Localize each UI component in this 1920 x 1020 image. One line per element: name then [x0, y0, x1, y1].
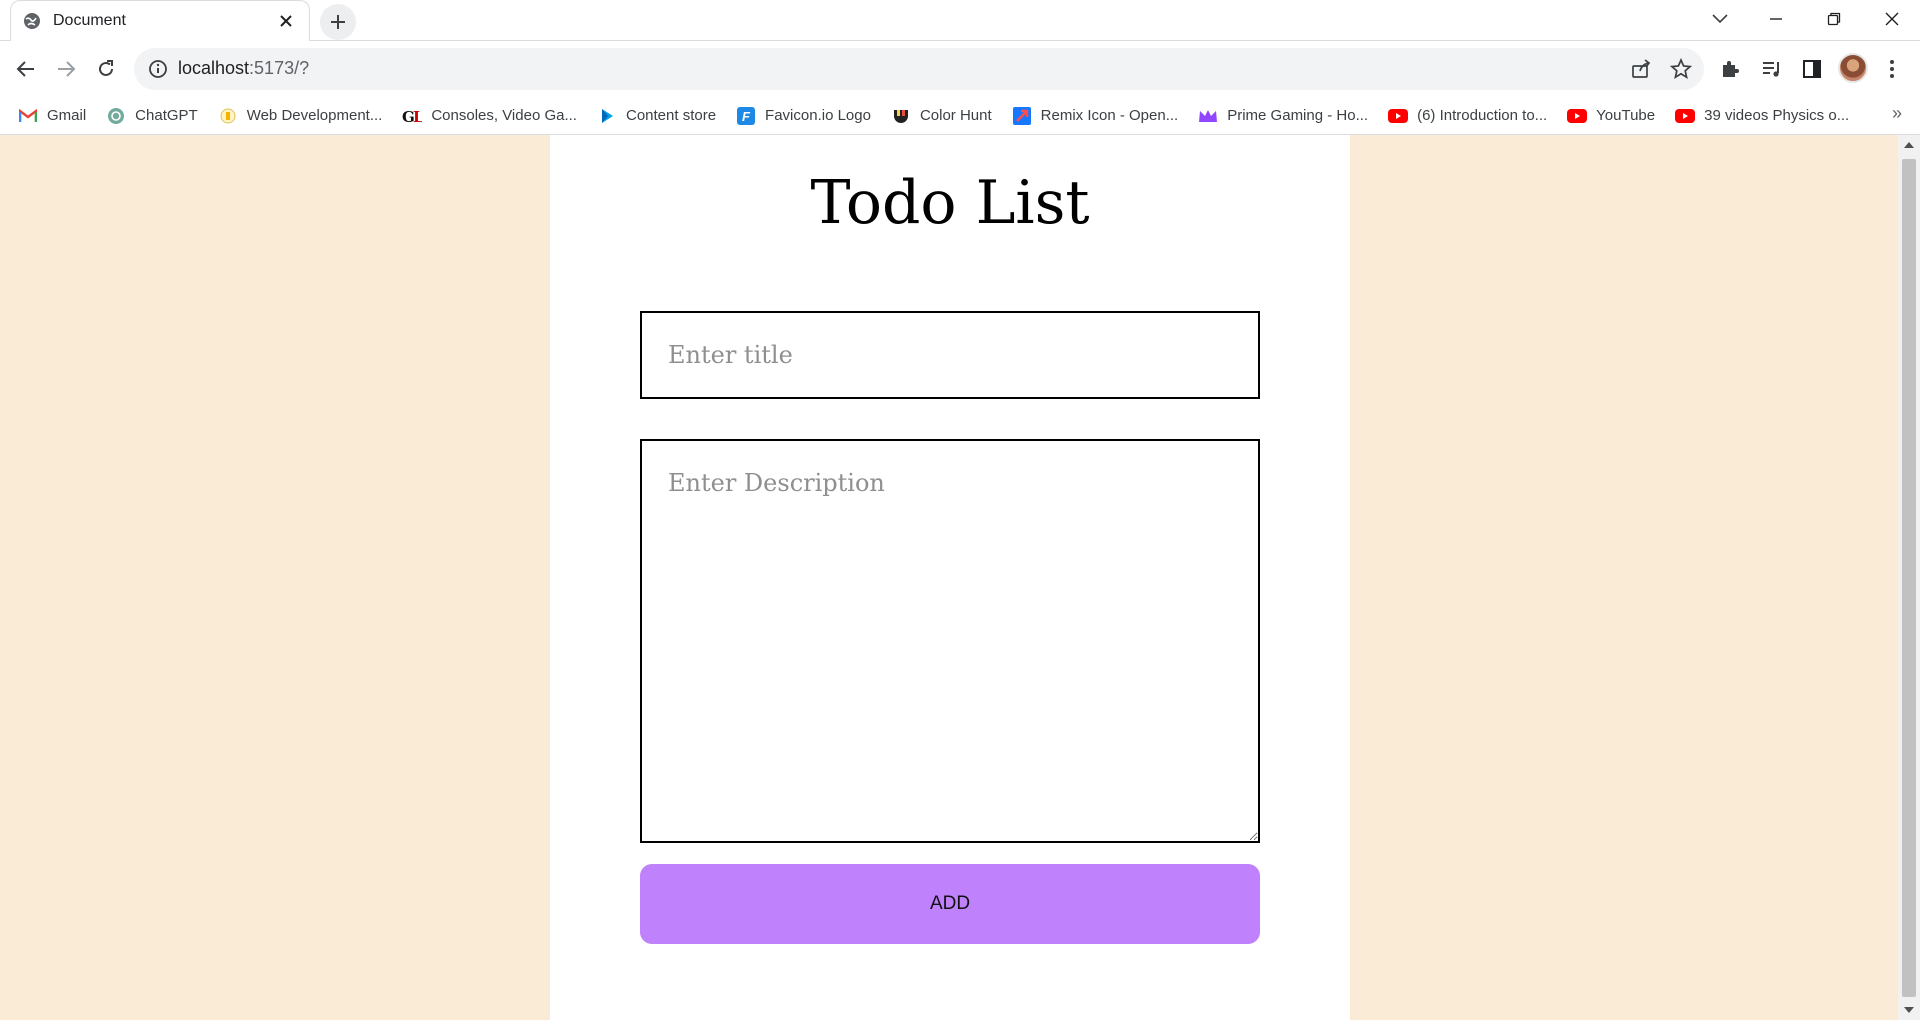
profile-avatar[interactable] — [1838, 53, 1868, 83]
scroll-up-arrow[interactable] — [1898, 135, 1920, 155]
tab-search-button[interactable] — [1694, 0, 1746, 38]
scrollbar[interactable] — [1898, 135, 1920, 1020]
bookmark-label: YouTube — [1596, 107, 1656, 124]
bookmark-item[interactable]: Gmail — [18, 101, 86, 131]
page-title: Todo List — [810, 168, 1090, 238]
plus-icon — [331, 15, 345, 29]
bookmark-label: Web Development... — [246, 107, 383, 124]
youtube-icon — [1675, 106, 1696, 126]
bookmark-item[interactable]: F Favicon.io Logo — [736, 101, 871, 131]
bookmark-label: Prime Gaming - Ho... — [1227, 107, 1369, 124]
url-path: :5173/? — [249, 58, 310, 78]
youtube-icon — [1567, 106, 1588, 126]
restore-button[interactable] — [1808, 0, 1860, 38]
bookmark-label: Color Hunt — [919, 107, 992, 124]
more-vertical-icon — [1890, 60, 1894, 78]
close-tab-icon[interactable] — [275, 10, 297, 32]
url-text: localhost:5173/? — [178, 58, 309, 79]
new-tab-button[interactable] — [320, 4, 356, 40]
bookmark-item[interactable]: Content store — [597, 101, 716, 131]
tab-title: Document — [53, 12, 126, 29]
share-icon[interactable] — [1630, 58, 1652, 80]
close-icon — [1885, 12, 1899, 26]
reload-icon — [99, 60, 113, 76]
todo-card: Todo List ADD — [550, 135, 1350, 1020]
prime-gaming-icon — [1198, 106, 1218, 126]
star-icon[interactable] — [1670, 58, 1692, 80]
bookmark-item[interactable]: Prime Gaming - Ho... — [1198, 101, 1368, 131]
bookmark-label: Remix Icon - Open... — [1040, 107, 1179, 124]
browser-toolbar: localhost:5173/? — [0, 41, 1920, 97]
svg-text:F: F — [742, 109, 751, 124]
side-panel-icon — [1803, 60, 1821, 78]
scroll-down-arrow[interactable] — [1898, 1000, 1920, 1020]
description-input[interactable] — [640, 439, 1260, 843]
bookmark-label: Gmail — [47, 107, 87, 124]
bookmark-label: Consoles, Video Ga... — [431, 107, 577, 124]
forward-button[interactable] — [48, 51, 84, 87]
bookmark-item[interactable]: Web Development... — [218, 101, 383, 131]
arrow-left-icon — [16, 61, 34, 77]
scrollbar-thumb[interactable] — [1902, 159, 1916, 997]
triangle-down-icon — [1904, 1007, 1914, 1013]
info-icon[interactable] — [148, 59, 168, 79]
browser-tab[interactable]: Document — [10, 0, 310, 41]
back-button[interactable] — [8, 51, 44, 87]
bookmark-label: Content store — [625, 107, 717, 124]
arrow-right-icon — [58, 61, 76, 77]
side-panel-button[interactable] — [1794, 51, 1830, 87]
reload-button[interactable] — [88, 51, 124, 87]
globe-icon — [23, 12, 41, 30]
chevron-down-icon — [1712, 14, 1728, 24]
close-window-button[interactable] — [1866, 0, 1918, 38]
play-store-icon — [597, 106, 617, 126]
bookmark-item[interactable]: Color Hunt — [891, 101, 992, 131]
chatgpt-icon — [106, 106, 126, 126]
bookmark-label: (6) Introduction to... — [1417, 107, 1548, 124]
minimize-icon — [1770, 18, 1782, 20]
add-button[interactable]: ADD — [640, 864, 1260, 944]
color-hunt-icon — [891, 106, 911, 126]
youtube-icon — [1388, 106, 1409, 126]
bookmark-item[interactable]: Remix Icon - Open... — [1012, 101, 1179, 131]
address-bar[interactable]: localhost:5173/? — [134, 48, 1704, 90]
title-input[interactable] — [640, 311, 1260, 399]
bookmarks-bar: Gmail ChatGPT Web Development... G L Consoles… — [0, 97, 1920, 135]
menu-button[interactable] — [1874, 51, 1910, 87]
bookmark-item[interactable]: G L Consoles, Video Ga... — [402, 101, 577, 131]
page-viewport: Todo List ADD — [0, 135, 1898, 1020]
svg-text:L: L — [413, 108, 422, 125]
bookmark-item[interactable]: 39 videos Physics o... — [1675, 101, 1849, 131]
restore-icon — [1827, 12, 1841, 26]
bookmark-label: Favicon.io Logo — [765, 107, 871, 124]
bookmark-item[interactable]: (6) Introduction to... — [1388, 101, 1547, 131]
tab-strip: Document — [0, 0, 1920, 41]
bookmark-label: ChatGPT — [135, 107, 198, 124]
webdev-icon — [218, 106, 238, 126]
media-button[interactable] — [1754, 51, 1790, 87]
bookmark-label: 39 videos Physics o... — [1704, 107, 1850, 124]
bookmark-item[interactable]: ChatGPT — [106, 101, 198, 131]
bookmark-item[interactable]: YouTube — [1567, 101, 1655, 131]
gmail-icon — [18, 106, 38, 126]
puzzle-icon — [1723, 61, 1739, 77]
extensions-button[interactable] — [1712, 51, 1748, 87]
playlist-icon — [1763, 62, 1779, 77]
triangle-up-icon — [1904, 142, 1914, 148]
favicon-io-icon: F — [736, 106, 756, 126]
remix-icon — [1012, 106, 1032, 126]
url-host: localhost — [178, 58, 250, 78]
minimize-button[interactable] — [1750, 0, 1802, 38]
gl-icon: GL — [402, 106, 422, 126]
bookmarks-overflow-button[interactable]: » — [1892, 103, 1902, 124]
